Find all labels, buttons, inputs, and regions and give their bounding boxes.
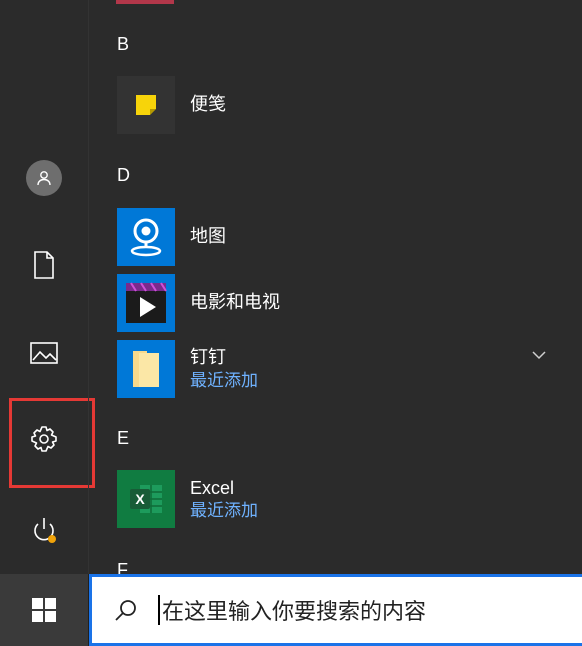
settings-highlight-box [9, 398, 95, 488]
app-tile [117, 208, 175, 266]
rail-divider [88, 0, 89, 574]
taskbar: 在这里输入你要搜索的内容 [0, 574, 582, 646]
svg-text:X: X [135, 491, 145, 507]
recently-added-label: 最近添加 [190, 371, 258, 391]
app-name: 钉钉 [190, 347, 226, 368]
picture-icon [30, 342, 58, 364]
app-item-excel[interactable]: X Excel 最近添加 [117, 470, 258, 528]
user-account-button[interactable] [0, 145, 88, 211]
sticky-notes-icon [136, 95, 156, 115]
documents-button[interactable] [0, 232, 88, 298]
search-icon [115, 600, 136, 621]
windows-logo-icon [32, 598, 56, 622]
app-tile [117, 340, 175, 398]
app-name: Excel [190, 478, 235, 498]
app-name: 地图 [190, 226, 226, 247]
pictures-button[interactable] [0, 320, 88, 386]
search-input[interactable]: 在这里输入你要搜索的内容 [162, 594, 426, 626]
section-letter-partial: F [117, 560, 128, 574]
text-caret [158, 595, 160, 625]
power-icon [34, 518, 56, 543]
avatar [26, 160, 62, 196]
maps-icon [130, 218, 162, 257]
movies-tv-icon [126, 282, 167, 323]
app-item-sticky-notes[interactable]: 便笺 [117, 76, 226, 134]
section-letter-b[interactable]: B [117, 34, 129, 55]
app-name: 便笺 [190, 94, 226, 115]
app-tile [117, 76, 175, 134]
app-tile [117, 274, 175, 332]
section-letter-e[interactable]: E [117, 428, 129, 449]
taskbar-search-box[interactable]: 在这里输入你要搜索的内容 [89, 574, 582, 646]
folder-icon [133, 351, 159, 387]
app-item-movies-tv[interactable]: 电影和电视 [117, 274, 280, 332]
start-button[interactable] [0, 574, 88, 646]
update-badge [48, 535, 56, 543]
app-name: 电影和电视 [190, 292, 280, 313]
start-menu-left-rail [0, 0, 95, 574]
excel-icon: X [130, 485, 162, 513]
previous-tile-edge [116, 0, 174, 4]
recently-added-label: 最近添加 [190, 501, 258, 521]
section-letter-d[interactable]: D [117, 165, 130, 186]
app-tile: X [117, 470, 175, 528]
chevron-down-icon [532, 351, 546, 360]
app-item-dingtalk-folder[interactable]: 钉钉 最近添加 [117, 340, 258, 398]
power-button[interactable] [0, 497, 88, 563]
app-item-maps[interactable]: 地图 [117, 208, 226, 266]
user-icon [37, 171, 51, 186]
expand-chevron-button[interactable] [532, 345, 546, 364]
document-icon [34, 251, 54, 279]
